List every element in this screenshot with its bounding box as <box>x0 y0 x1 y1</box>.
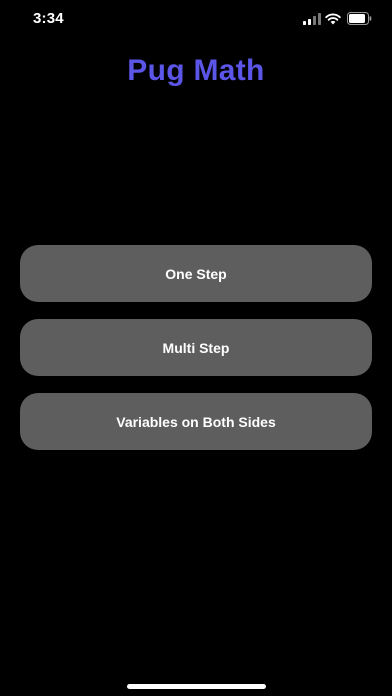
multi-step-label: Multi Step <box>162 339 230 356</box>
one-step-label: One Step <box>165 265 227 282</box>
multi-step-button[interactable]: Multi Step <box>20 319 372 376</box>
mode-menu: One Step Multi Step Variables on Both Si… <box>20 245 372 467</box>
status-time: 3:34 <box>33 10 64 27</box>
variables-both-sides-button[interactable]: Variables on Both Sides <box>20 393 372 450</box>
cellular-signal-icon <box>303 13 321 25</box>
app-title: Pug Math <box>127 54 265 87</box>
home-indicator[interactable] <box>127 684 266 689</box>
one-step-button[interactable]: One Step <box>20 245 372 302</box>
variables-both-sides-label: Variables on Both Sides <box>116 413 276 430</box>
battery-icon <box>347 12 372 25</box>
status-bar: 3:34 <box>0 0 392 44</box>
wifi-icon <box>325 13 341 25</box>
